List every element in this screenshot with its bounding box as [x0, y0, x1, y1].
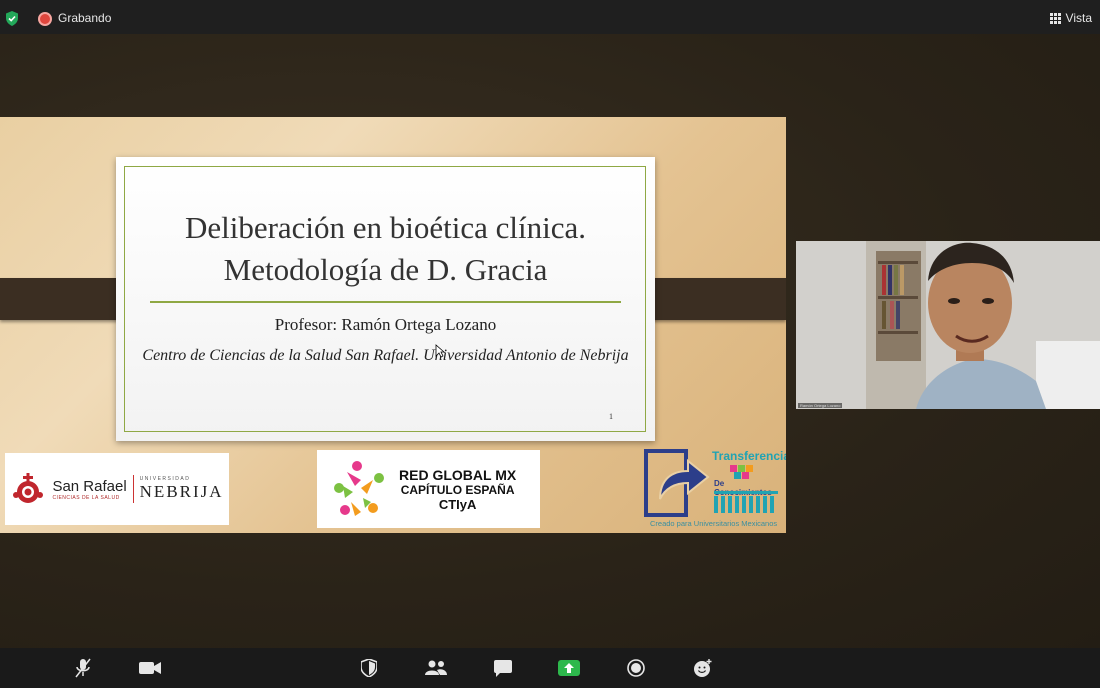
mic-muted-icon — [75, 658, 91, 678]
red-global-line1: RED GLOBAL MX — [399, 466, 517, 483]
meeting-toolbar — [0, 648, 1100, 688]
slide-page-number: 1 — [609, 412, 613, 421]
mute-button[interactable] — [72, 657, 94, 679]
participants-button[interactable] — [425, 657, 447, 679]
shield-check-icon[interactable] — [5, 11, 19, 26]
transferencia-puzzle-icon — [730, 465, 753, 479]
transferencia-arrow-icon — [644, 449, 710, 517]
chat-icon — [494, 659, 512, 677]
nebrija-name: NEBRIJA — [139, 482, 224, 501]
red-global-mx-logo: RED GLOBAL MX CAPÍTULO ESPAÑA CTIyA — [317, 450, 540, 528]
logo-separator — [132, 475, 134, 503]
transferencia-conocimientos-logo: Transferencia De Conocimientos Creado pa… — [644, 447, 786, 531]
share-screen-icon — [558, 660, 580, 676]
video-button[interactable] — [139, 657, 161, 679]
slide-divider — [150, 301, 621, 303]
slide-institution: Centro de Ciencias de la Salud San Rafae… — [142, 347, 629, 364]
red-global-mark-icon — [334, 461, 384, 516]
participant-video[interactable]: Ramón Ortega Lozano — [796, 241, 1100, 409]
chat-button[interactable] — [492, 657, 514, 679]
grid-view-icon — [1049, 12, 1061, 24]
meeting-topbar: Grabando Vista — [0, 0, 1100, 34]
san-rafael-subtitle: CIENCIAS DE LA SALUD — [52, 494, 120, 501]
slide-title-line2: Metodología de D. Gracia — [223, 252, 548, 287]
slide-title-line1: Deliberación en bioética clínica. — [184, 210, 587, 245]
view-button[interactable]: Vista — [1049, 11, 1092, 25]
san-rafael-nebrija-logo: San Rafael CIENCIAS DE LA SALUD UNIVERSI… — [5, 453, 229, 525]
san-rafael-name: San Rafael — [52, 477, 127, 495]
record-icon — [627, 659, 645, 677]
san-rafael-emblem-icon — [13, 473, 44, 503]
red-global-line2: CAPÍTULO ESPAÑA — [400, 482, 515, 497]
slide-professor: Profesor: Ramón Ortega Lozano — [274, 315, 497, 334]
slide-title-card: Deliberación en bioética clínica. Metodo… — [116, 157, 655, 441]
slide-decor-bar-left — [0, 278, 134, 320]
participant-name-label: Ramón Ortega Lozano — [798, 403, 843, 408]
security-icon — [361, 659, 377, 677]
recording-icon[interactable] — [38, 12, 52, 26]
camera-icon — [139, 662, 161, 674]
reactions-icon — [694, 659, 712, 677]
participant-video-feed — [796, 241, 1100, 409]
record-button[interactable] — [625, 657, 647, 679]
shared-screen-slide: Deliberación en bioética clínica. Metodo… — [0, 117, 786, 533]
view-label: Vista — [1065, 11, 1092, 25]
transferencia-barcode-icon — [714, 491, 778, 513]
recording-label[interactable]: Grabando — [58, 11, 111, 25]
slide-card-frame — [124, 166, 646, 432]
slide-title: Deliberación en bioética clínica. Metodo… — [116, 207, 655, 291]
transferencia-title: Transferencia — [712, 449, 786, 463]
mouse-cursor-icon — [435, 344, 445, 358]
share-screen-button[interactable] — [558, 657, 580, 679]
security-button[interactable] — [358, 657, 380, 679]
red-global-line3: CTIyA — [438, 496, 477, 512]
participants-icon — [425, 660, 447, 675]
transferencia-footer: Creado para Universitarios Mexicanos — [650, 519, 778, 528]
slide-decor-bar-right — [637, 278, 786, 320]
reactions-button[interactable] — [692, 657, 714, 679]
